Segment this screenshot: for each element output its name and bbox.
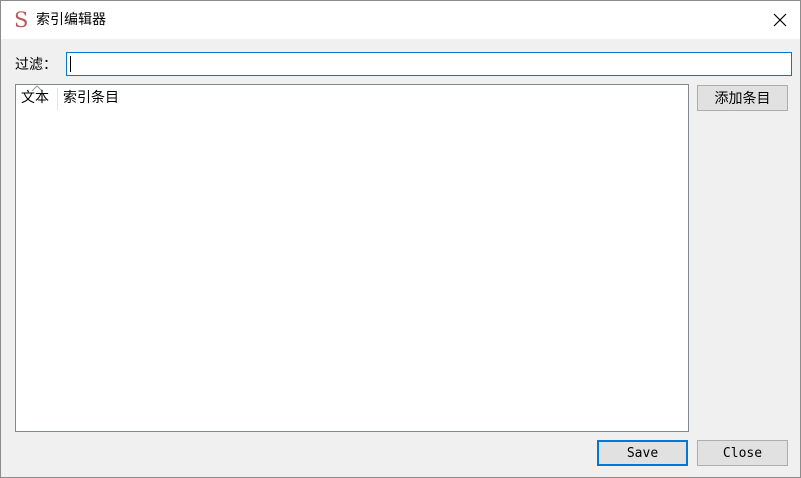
index-editor-dialog: S 索引编辑器 过滤： 文本 索引条目 添加条目 Save Close (0, 0, 801, 478)
filter-input[interactable] (66, 52, 792, 76)
save-button[interactable]: Save (597, 440, 688, 466)
title-bar: S 索引编辑器 (1, 1, 800, 39)
column-header-index-entry[interactable]: 索引条目 (63, 88, 119, 108)
filter-label: 过滤： (15, 57, 57, 73)
add-entry-button[interactable]: 添加条目 (697, 85, 788, 111)
window-title: 索引编辑器 (36, 12, 106, 28)
close-icon[interactable] (763, 5, 797, 35)
column-divider[interactable] (57, 88, 58, 110)
index-entries-table[interactable]: 文本 索引条目 (15, 84, 689, 432)
column-header-text[interactable]: 文本 (21, 88, 57, 108)
text-caret (70, 56, 71, 72)
close-button[interactable]: Close (697, 440, 788, 466)
app-icon: S (14, 8, 29, 32)
